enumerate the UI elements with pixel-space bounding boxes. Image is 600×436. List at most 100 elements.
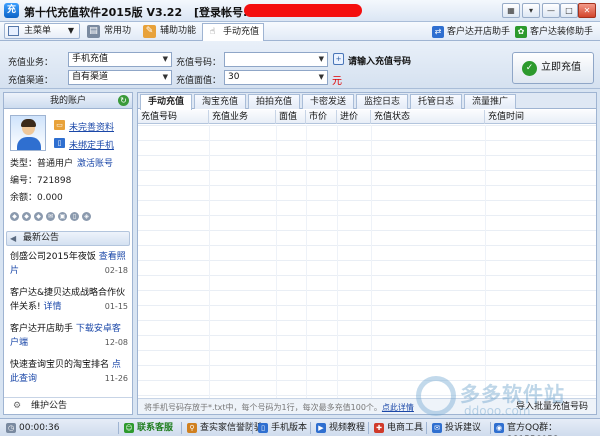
column-header[interactable]: 充值业务 [209,110,276,124]
tab-traffic-promo[interactable]: 流量推广 [464,94,516,109]
chevron-down-icon: ▼ [318,73,324,81]
notice-text: 创盛公司2015年夜饭 [10,252,96,262]
phone-add-icon[interactable]: + [333,53,344,65]
amount-select[interactable]: 30 ▼ [224,70,328,85]
notice-date: 12-08 [104,338,128,347]
hand-icon: ☝ [209,27,216,37]
column-header[interactable]: 面值 [276,110,306,124]
qq-group-link[interactable]: ◉ 官方QQ群：281556058 [494,422,600,436]
number-hint: 请输入充值号码 [348,57,412,67]
account-header: 我的账户 ↻ [4,93,132,109]
auxiliary-functions-label: 辅助功能 [160,26,197,36]
chevron-down-icon: ▼ [67,26,74,35]
notice-header: ◀ 最新公告 [6,231,130,246]
notice-item[interactable]: 快速查询宝贝的淘宝排名 点此查询 11-26 [10,358,128,386]
phone-icon: ▯ [70,212,79,221]
tab-bar: 手动充值 淘宝充值 拍拍充值 卡密发送 监控日志 托管日志 流量推广 [138,93,596,110]
contact-support-button[interactable]: ☺ 联系客服 [124,422,173,434]
app-title: 第十代充值软件2015版 V3.22 [24,6,183,19]
search-icon: ⚲ [187,423,197,433]
refresh-icon[interactable]: ↻ [118,95,129,106]
window-title: 第十代充值软件2015版 V3.22 [登录帐号: [24,4,247,20]
decor-helper-button[interactable]: ✿ 客户达装修助手 [515,25,593,39]
unbound-phone-label: 未绑定手机 [69,141,115,151]
divider [181,422,182,434]
unbound-phone-link[interactable]: ▯ 未绑定手机 [54,138,114,151]
business-value: 手机充值 [72,54,109,64]
notice-item[interactable]: 客户达&捷贝达成战略合作伙伴关系! 详情 01-15 [10,286,128,314]
diamond-icon: ◆ [22,212,31,221]
chevron-down-icon: ▼ [318,55,324,63]
video-tutorial-button[interactable]: ▶ 视频教程 [316,422,365,434]
minimize-button[interactable]: — [542,3,560,18]
column-header[interactable]: 充值时间 [485,110,596,124]
column-header[interactable]: 市价 [306,110,337,124]
tools-icon: ▤ [87,25,100,38]
main-menu-label: 主菜单 [24,26,52,36]
tab-monitor-log[interactable]: 监控日志 [356,94,408,109]
channel-select[interactable]: 自有渠道 ▼ [68,70,172,85]
maximize-button[interactable]: □ [560,3,578,18]
number-input[interactable]: ▼ [224,52,328,67]
account-balance: 余额：0.000 [10,193,63,203]
timer-value: 00:00:36 [19,423,60,433]
column-divider [485,125,486,398]
notice-item[interactable]: 创盛公司2015年夜饭 查看照片 02-18 [10,250,128,278]
column-divider [209,125,210,398]
import-numbers-button[interactable]: 导入批量充值号码 [516,400,588,414]
shop-helper-button[interactable]: ⇄ 客户达开店助手 [432,25,510,39]
detail-link[interactable]: 点此详情 [382,403,414,412]
chevron-down-icon: ▼ [162,55,168,63]
ecommerce-tools-button[interactable]: ✚ 电商工具 [374,422,423,434]
diamond-icon: ◆ [10,212,19,221]
common-functions-button[interactable]: ▤ 常用功能 [84,23,136,53]
column-divider [276,125,277,398]
menu-dropdown-icon[interactable]: ▾ [522,3,540,18]
recharge-now-button[interactable]: ✓ 立即充值 [512,52,594,84]
channel-label: 充值渠道： [8,76,54,86]
tab-manual-recharge[interactable]: 手动充值 [140,94,192,110]
status-bar: ◷ 00:00:36 ☺ 联系客服 ⚲ 查实家信誉防骗 ▯ 手机版本 ▶ 视频教… [0,418,600,436]
divider [368,422,369,434]
import-hint: 将手机号码存放于*.txt中，每个号码为1行，每次最多充值100个。点此详情 [144,402,414,413]
tab-card-send[interactable]: 卡密发送 [302,94,354,109]
notice-date: 11-26 [104,374,128,383]
divider [252,422,253,434]
mobile-version-button[interactable]: ▯ 手机版本 [258,422,307,434]
feedback-button[interactable]: ✉ 投诉建议 [432,422,481,434]
notice-text: 快速查询宝贝的淘宝排名 [10,360,110,370]
shop-icon: ⇄ [432,26,444,38]
tab-taobao-recharge[interactable]: 淘宝充值 [194,94,246,109]
decor-helper-label: 客户达装修助手 [530,27,594,37]
business-select[interactable]: 手机充值 ▼ [68,52,172,67]
activate-account-link[interactable]: 激活账号 [77,159,113,169]
column-header[interactable]: 进价 [337,110,371,124]
column-header[interactable]: 充值号码 [138,110,209,124]
qq-group-label: 官方QQ群：281556058 [507,423,559,436]
account-type: 类型：普通用户 激活账号 [10,156,113,169]
incomplete-profile-link[interactable]: ▭ 未完善资料 [54,120,114,133]
support-icon: ☺ [124,423,134,433]
recharge-now-label: 立即充值 [541,62,581,73]
channel-value: 自有渠道 [72,72,109,82]
skin-icon[interactable]: ▦ [502,3,520,18]
session-timer: ◷ 00:00:36 [6,422,59,434]
notice-date: 02-18 [104,266,128,275]
card-icon: ▣ [58,212,67,221]
notice-more-link[interactable]: 详情 [43,302,61,312]
manual-recharge-button[interactable]: ☝ 手动充值 [202,23,264,41]
incomplete-profile-label: 未完善资料 [69,123,115,133]
column-header[interactable]: 充值状态 [371,110,485,124]
shop-helper-label: 客户达开店助手 [447,27,511,37]
close-button[interactable]: ✕ [578,3,596,18]
auxiliary-functions-button[interactable]: ✎ 辅助功能 [140,23,198,40]
tab-paipai-recharge[interactable]: 拍拍充值 [248,94,300,109]
notice-date: 01-15 [104,302,128,311]
main-content: 手动充值 淘宝充值 拍拍充值 卡密发送 监控日志 托管日志 流量推广 充值号码 … [137,92,597,415]
main-menu-button[interactable]: 主菜单 ▼ [4,23,80,39]
wrench-icon: ⚙ [13,401,22,411]
tab-hosting-log[interactable]: 托管日志 [410,94,462,109]
notice-item[interactable]: 客户达开店助手 下载安卓客户端 12-08 [10,322,128,350]
recharge-table-body [138,125,596,398]
maintenance-notice[interactable]: ⚙ 维护公告 [4,397,132,414]
